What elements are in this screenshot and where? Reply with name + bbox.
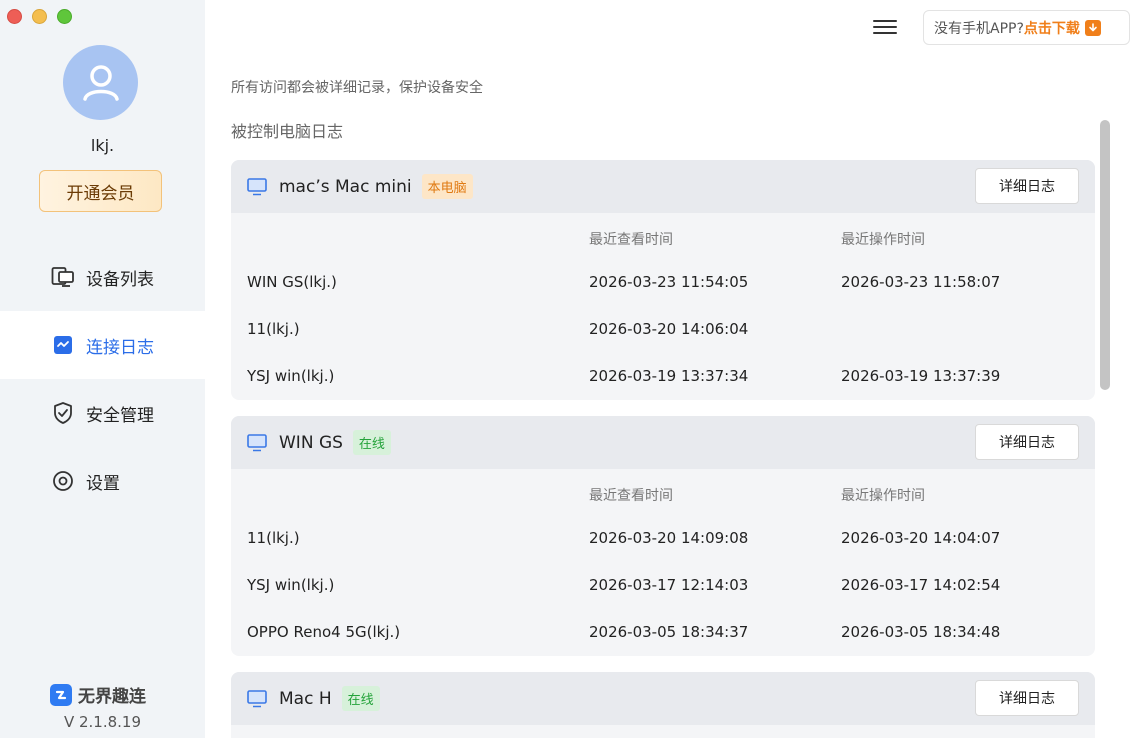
sidebar-item-settings[interactable]: 设置 [0, 447, 205, 515]
last-operation-time: 2026-03-05 18:34:48 [841, 623, 1001, 641]
section-title: 被控制电脑日志 [231, 122, 344, 141]
client-name: YSJ win(lkj.) [247, 367, 335, 385]
online-badge: 在线 [341, 686, 380, 711]
device-name: mac’s Mac mini [279, 176, 412, 197]
last-view-time: 2026-03-17 12:14:03 [589, 576, 749, 594]
hamburger-icon-line [873, 32, 897, 34]
hamburger-icon-line [873, 26, 897, 28]
local-device-badge: 本电脑 [421, 174, 473, 199]
column-last-view: 最近查看时间 [589, 232, 673, 248]
settings-icon [50, 468, 76, 494]
last-view-time: 2026-03-23 11:54:05 [589, 273, 749, 291]
sidebar-item-label: 设备列表 [86, 269, 154, 290]
device-card-header: Mac H 在线 详细日志 [231, 672, 1095, 725]
table-row: YSJ win(lkj.) 2026-03-19 13:37:34 2026-0… [231, 354, 1095, 400]
device-card-header: WIN GS 在线 详细日志 [231, 416, 1095, 469]
column-last-view: 最近查看时间 [589, 488, 673, 504]
device-name: WIN GS [279, 432, 343, 453]
shield-icon [50, 400, 76, 426]
close-window-button[interactable] [7, 9, 22, 24]
last-view-time: 2026-03-20 14:06:04 [589, 320, 749, 338]
monitor-icon [247, 177, 267, 195]
maximize-window-button[interactable] [57, 9, 72, 24]
menu-button[interactable] [873, 16, 897, 38]
sidebar-item-connection-log[interactable]: 连接日志 [0, 311, 205, 379]
client-name: WIN GS(lkj.) [247, 273, 337, 291]
minimize-window-button[interactable] [32, 9, 47, 24]
client-name: YSJ win(lkj.) [247, 576, 335, 594]
app-version: V 2.1.8.19 [63, 713, 142, 731]
device-card: Mac H 在线 详细日志 [231, 672, 1095, 738]
table-row: 11(lkj.) 2026-03-20 14:09:08 2026-03-20 … [231, 516, 1095, 563]
sidebar-nav: 设备列表 连接日志 安全管理 设置 [0, 243, 205, 515]
brand-logo-icon [50, 683, 72, 706]
table-row: WIN GS(lkj.) 2026-03-23 11:54:05 2026-03… [231, 260, 1095, 307]
brand-name: 无界趣连 [78, 687, 146, 707]
column-header: 最近查看时间 最近操作时间 [231, 213, 1095, 260]
sidebar-item-label: 安全管理 [86, 405, 154, 426]
download-question: 没有手机APP? [934, 20, 1024, 37]
avatar[interactable] [63, 45, 138, 120]
client-name: 11(lkj.) [247, 529, 300, 547]
window-controls [7, 9, 72, 24]
table-row: 11(lkj.) 2026-03-20 14:06:04 [231, 307, 1095, 354]
last-view-time: 2026-03-19 13:37:34 [589, 367, 749, 385]
download-app-button[interactable]: 没有手机APP? 点击下载 [923, 10, 1130, 45]
brand: 无界趣连 [50, 682, 146, 707]
column-header: 最近查看时间 最近操作时间 [231, 469, 1095, 516]
scrollbar-thumb[interactable] [1100, 120, 1110, 390]
online-badge: 在线 [352, 430, 391, 455]
sidebar: lkj. 开通会员 设备列表 连接日志 安全管理 设置 无界趣连 V 2.1.8… [0, 0, 205, 738]
sidebar-item-label: 设置 [86, 473, 120, 494]
detail-log-button[interactable]: 详细日志 [975, 168, 1079, 204]
last-view-time: 2026-03-20 14:09:08 [589, 529, 749, 547]
security-notice: 所有访问都会被详细记录，保护设备安全 [231, 80, 483, 96]
hamburger-icon [873, 20, 897, 22]
client-name: OPPO Reno4 5G(lkj.) [247, 623, 401, 641]
sidebar-item-device-list[interactable]: 设备列表 [0, 243, 205, 311]
device-card: mac’s Mac mini 本电脑 详细日志 最近查看时间 最近操作时间 WI… [231, 160, 1095, 400]
detail-log-button[interactable]: 详细日志 [975, 680, 1079, 716]
download-icon [1084, 19, 1101, 36]
monitor-icon [247, 689, 267, 707]
last-view-time: 2026-03-05 18:34:37 [589, 623, 749, 641]
connection-log-icon [50, 332, 76, 358]
download-link[interactable]: 点击下载 [1024, 18, 1080, 38]
device-list-icon [50, 264, 76, 290]
sidebar-item-label: 连接日志 [86, 337, 154, 358]
user-icon [82, 64, 119, 101]
table-row: OPPO Reno4 5G(lkj.) 2026-03-05 18:34:37 … [231, 610, 1095, 656]
last-operation-time: 2026-03-17 14:02:54 [841, 576, 1001, 594]
last-operation-time: 2026-03-23 11:58:07 [841, 273, 1001, 291]
column-last-operation: 最近操作时间 [841, 232, 925, 248]
last-operation-time: 2026-03-19 13:37:39 [841, 367, 1001, 385]
table-row: YSJ win(lkj.) 2026-03-17 12:14:03 2026-0… [231, 563, 1095, 610]
device-name: Mac H [279, 688, 332, 709]
vip-membership-button[interactable]: 开通会员 [39, 170, 162, 212]
device-card-header: mac’s Mac mini 本电脑 详细日志 [231, 160, 1095, 213]
device-card: WIN GS 在线 详细日志 最近查看时间 最近操作时间 11(lkj.) 20… [231, 416, 1095, 656]
username: lkj. [90, 136, 115, 155]
main-content: 没有手机APP? 点击下载 所有访问都会被详细记录，保护设备安全 被控制电脑日志… [205, 0, 1130, 738]
monitor-icon [247, 433, 267, 451]
last-operation-time: 2026-03-20 14:04:07 [841, 529, 1001, 547]
sidebar-item-security[interactable]: 安全管理 [0, 379, 205, 447]
client-name: 11(lkj.) [247, 320, 300, 338]
column-last-operation: 最近操作时间 [841, 488, 925, 504]
detail-log-button[interactable]: 详细日志 [975, 424, 1079, 460]
